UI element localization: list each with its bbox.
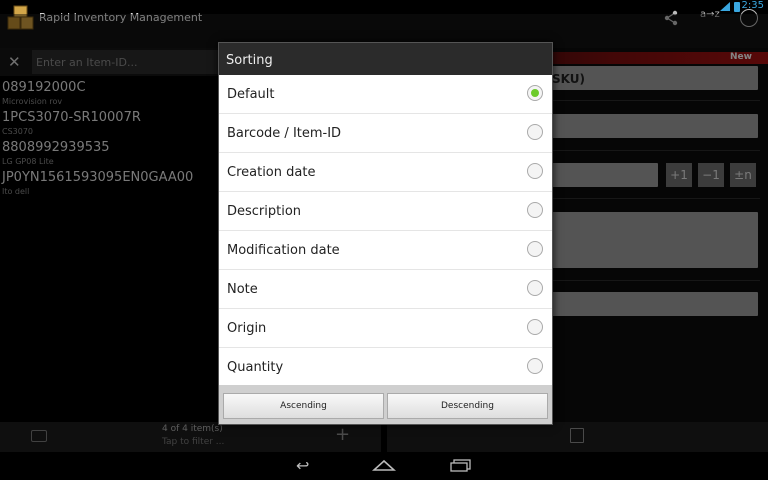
sort-option-creation-date[interactable]: Creation date: [219, 153, 552, 192]
sort-option-description[interactable]: Description: [219, 192, 552, 231]
radio-icon[interactable]: [527, 319, 543, 335]
back-icon[interactable]: ↩: [296, 456, 309, 475]
sort-option-label: Default: [227, 87, 275, 102]
dialog-header: Sorting: [219, 43, 552, 75]
sort-option-label: Note: [227, 282, 258, 297]
ascending-button[interactable]: Ascending: [223, 393, 384, 419]
sort-option-quantity[interactable]: Quantity: [219, 348, 552, 387]
sort-option-label: Origin: [227, 321, 267, 336]
recent-apps-icon[interactable]: [450, 459, 472, 472]
radio-icon[interactable]: [527, 124, 543, 140]
sorting-dialog: Sorting Default Barcode / Item-ID Creati…: [218, 42, 553, 425]
home-icon[interactable]: [372, 459, 396, 471]
radio-icon[interactable]: [527, 358, 543, 374]
sort-option-modification-date[interactable]: Modification date: [219, 231, 552, 270]
sort-option-label: Quantity: [227, 360, 284, 375]
sort-option-default[interactable]: Default: [219, 75, 552, 114]
sort-option-label: Modification date: [227, 243, 340, 258]
descending-button[interactable]: Descending: [387, 393, 548, 419]
radio-icon[interactable]: [527, 280, 543, 296]
dialog-title: Sorting: [226, 53, 273, 68]
sort-option-note[interactable]: Note: [219, 270, 552, 309]
radio-icon[interactable]: [527, 241, 543, 257]
sort-option-label: Barcode / Item-ID: [227, 126, 342, 141]
radio-selected-icon[interactable]: [527, 85, 543, 101]
sort-option-origin[interactable]: Origin: [219, 309, 552, 348]
sort-option-label: Description: [227, 204, 302, 219]
radio-icon[interactable]: [527, 202, 543, 218]
sort-option-label: Creation date: [227, 165, 316, 180]
sort-option-barcode[interactable]: Barcode / Item-ID: [219, 114, 552, 153]
battery-icon: [734, 2, 740, 12]
radio-icon[interactable]: [527, 163, 543, 179]
signal-icon: [720, 2, 730, 11]
